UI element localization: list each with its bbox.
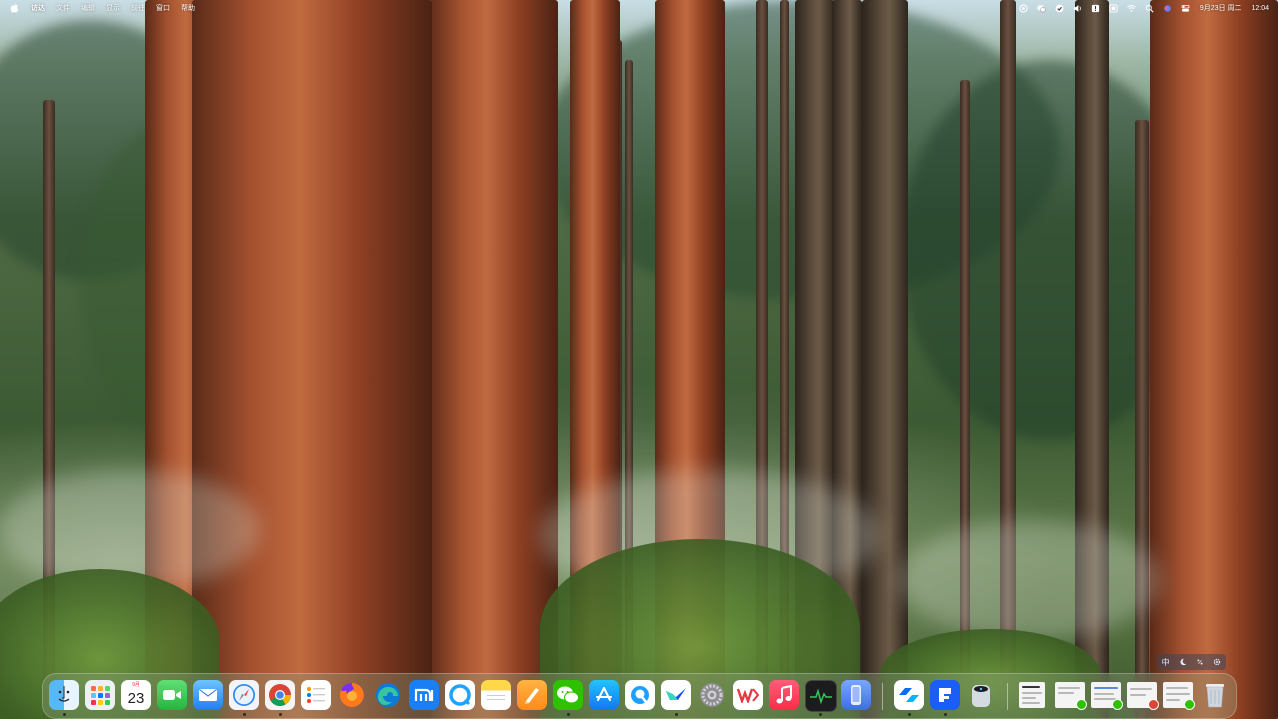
facetime-icon[interactable] (157, 680, 187, 710)
mi-icon[interactable] (409, 680, 439, 710)
menubar-clock[interactable]: 12:04 (1251, 5, 1269, 12)
minimized-window-thumbnail[interactable] (1091, 682, 1123, 710)
wifi-icon[interactable] (1127, 4, 1136, 13)
chrome-badge-icon (1148, 699, 1159, 710)
tencent-meeting-running-dot (908, 713, 911, 716)
firefox-icon[interactable] (337, 680, 367, 710)
feishu-docs-icon[interactable] (930, 680, 960, 710)
ime-mode-label[interactable]: 中 (1162, 657, 1170, 668)
lark-icon[interactable] (661, 680, 691, 710)
menu-window[interactable]: 窗口 (156, 3, 170, 13)
menu-bar-right: 9月23日 周二 12:04 (1010, 0, 1278, 16)
menu-file[interactable]: 文件 (56, 3, 70, 13)
notes-icon[interactable] (481, 680, 511, 710)
moon-icon[interactable] (1179, 658, 1187, 666)
punctuation-icon[interactable] (1196, 658, 1204, 666)
apple-logo-icon[interactable] (10, 3, 19, 13)
reminders-icon[interactable] (301, 680, 331, 710)
launchpad-icon[interactable] (85, 680, 115, 710)
wechat-badge-icon (1184, 699, 1195, 710)
activity-monitor-running-dot (819, 713, 822, 716)
wechat-icon[interactable] (1037, 4, 1046, 13)
dock-separator-2 (1007, 683, 1008, 710)
menu-go[interactable]: 前往 (131, 3, 145, 13)
input-method-bar[interactable]: 中 (1157, 654, 1226, 670)
wechat-running-dot (567, 713, 570, 716)
green-app-icon[interactable] (1055, 4, 1064, 13)
music-icon[interactable] (769, 680, 799, 710)
iphone-mirroring-icon[interactable] (841, 680, 871, 710)
menu-bar-left: 访达 文件 编辑 显示 前往 窗口 帮助 (0, 0, 206, 16)
minimized-window-thumbnail[interactable] (1055, 682, 1087, 710)
feishu-docs-running-dot (944, 713, 947, 716)
activity-monitor-icon[interactable] (805, 680, 837, 712)
finder-running-dot (63, 713, 66, 716)
wechat-badge-icon (1112, 699, 1123, 710)
safari-running-dot (243, 713, 246, 716)
disk-utility-icon[interactable] (966, 680, 996, 710)
minimized-window-thumbnail[interactable] (1163, 682, 1195, 710)
menu-view[interactable]: 显示 (106, 3, 120, 13)
siri-icon[interactable] (1163, 4, 1172, 13)
search-icon[interactable] (1145, 4, 1154, 13)
sound-icon[interactable] (1073, 4, 1082, 13)
menu-edit[interactable]: 编辑 (81, 3, 95, 13)
qq-icon[interactable] (625, 680, 655, 710)
settings-gear-icon[interactable] (1213, 658, 1221, 666)
wechat-app-icon[interactable] (553, 680, 583, 710)
wps-icon[interactable] (733, 680, 763, 710)
safari-icon[interactable] (229, 680, 259, 710)
qq-browser-icon[interactable] (445, 680, 475, 710)
tencent-meeting-icon[interactable] (894, 680, 924, 710)
calendar-day-number: 23 (127, 690, 145, 707)
lark-running-dot (675, 713, 678, 716)
menu-help[interactable]: 帮助 (181, 3, 195, 13)
minimized-window-thumbnail[interactable] (1127, 682, 1159, 710)
dock-separator (882, 683, 883, 710)
system-settings-icon[interactable] (697, 680, 727, 710)
wechat-badge-icon (1076, 699, 1087, 710)
control-center-icon[interactable] (1181, 4, 1190, 13)
app-store-icon[interactable] (589, 680, 619, 710)
calendar-month-label: 9月 (132, 682, 140, 688)
finder-icon[interactable] (49, 680, 79, 710)
calendar-icon[interactable]: 9月 23 (121, 680, 151, 710)
screen-record-icon[interactable] (1019, 3, 1028, 13)
minimized-window-thumbnail[interactable] (1019, 682, 1045, 708)
edge-icon[interactable] (373, 680, 403, 710)
desktop-wallpaper (0, 0, 1278, 719)
menubar-date[interactable]: 9月23日 周二 (1200, 3, 1242, 13)
menu-bar: 访达 文件 编辑 显示 前往 窗口 帮助 9月23日 周二 12:04 (0, 0, 1278, 16)
mail-icon[interactable] (193, 680, 223, 710)
chrome-running-dot (279, 713, 282, 716)
menu-app-name[interactable]: 访达 (31, 3, 45, 13)
info-icon[interactable] (1091, 4, 1100, 13)
trash-icon[interactable] (1200, 680, 1230, 710)
dock: 9月 23 (42, 673, 1237, 719)
scan-icon[interactable] (1109, 3, 1118, 13)
pages-icon[interactable] (517, 680, 547, 710)
chrome-icon[interactable] (265, 680, 295, 710)
